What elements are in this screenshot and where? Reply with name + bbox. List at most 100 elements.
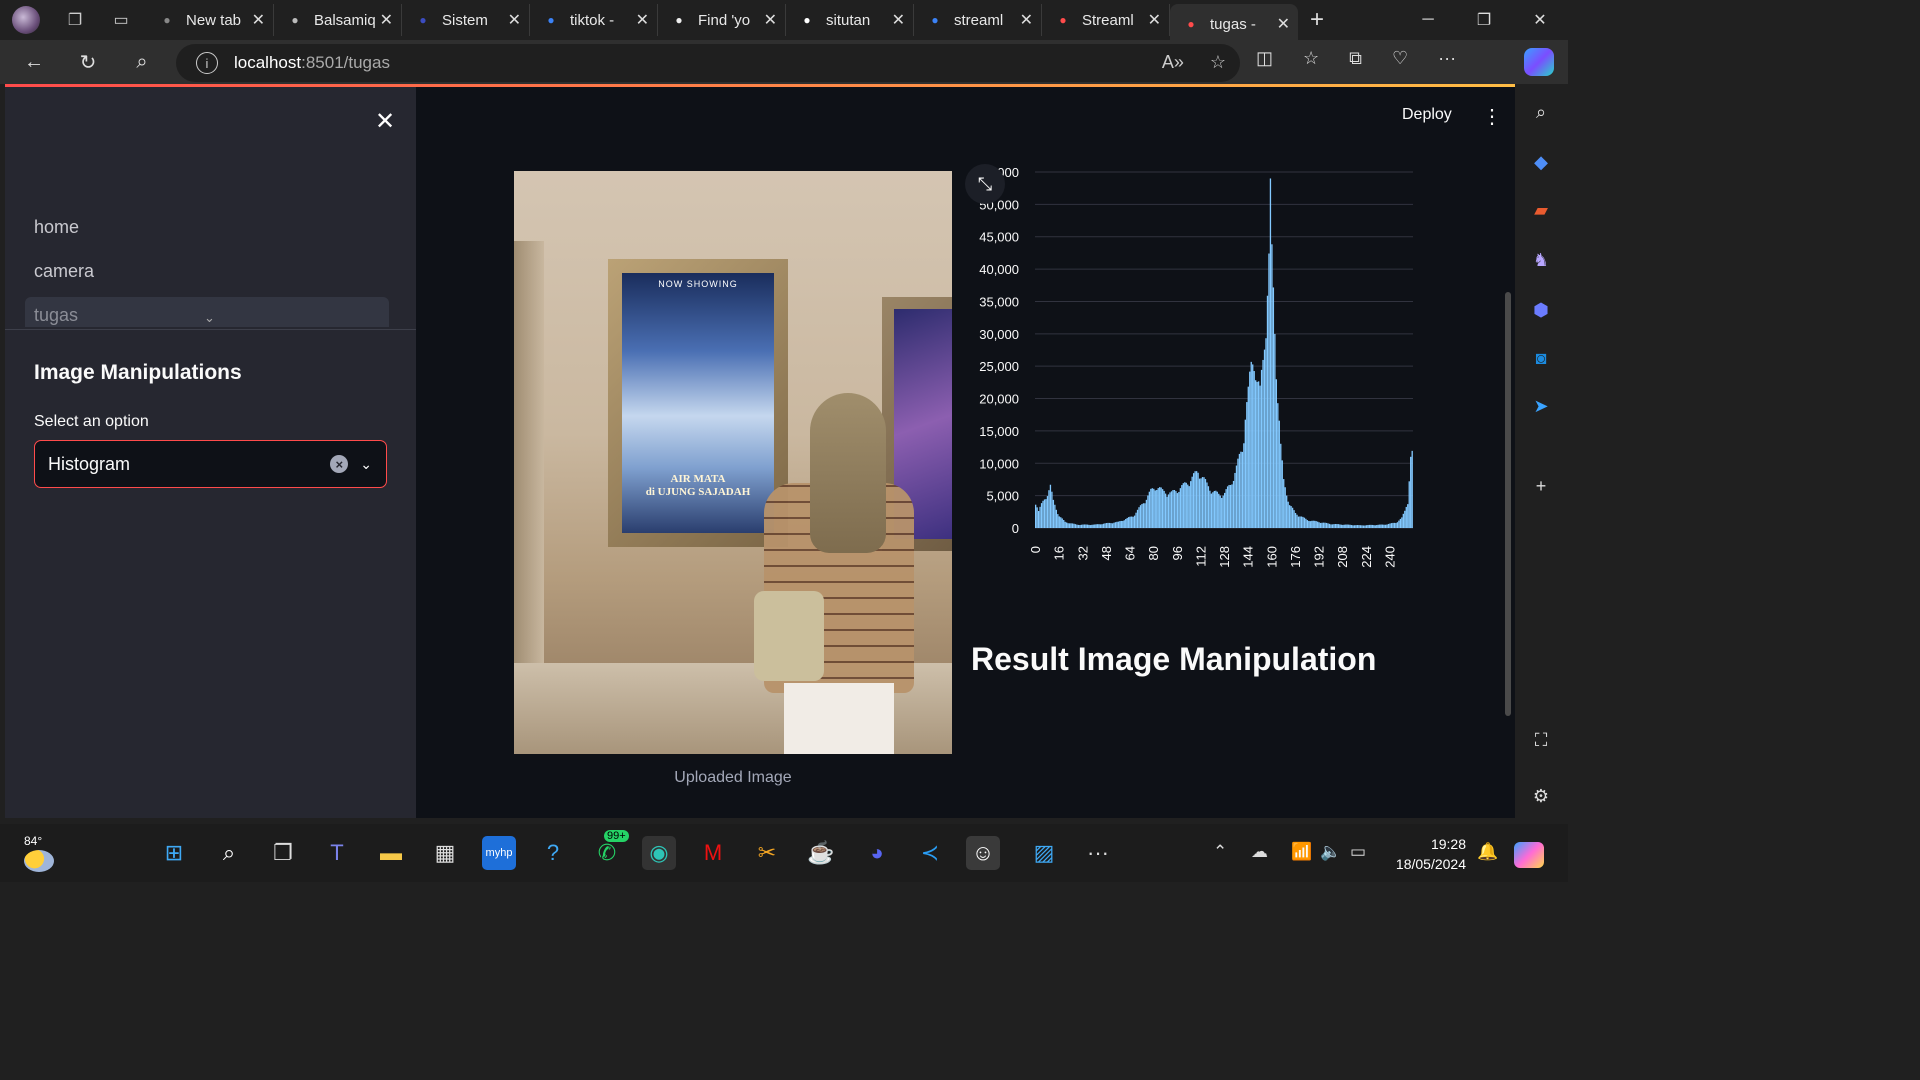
split-screen-icon[interactable]: ◫ [1256, 48, 1273, 69]
fullscreen-expand-icon[interactable]: ⤡ [965, 164, 1005, 204]
vscode-icon[interactable]: ≺ [913, 836, 947, 870]
photos-icon[interactable]: ▨ [1027, 836, 1061, 870]
more-apps-icon[interactable]: ··· [1081, 836, 1115, 870]
close-tab-icon[interactable]: ✕ [892, 10, 905, 30]
microsoft-store-icon[interactable]: ▦ [428, 836, 462, 870]
copilot-side-icon[interactable]: ⬢ [1529, 298, 1553, 322]
new-tab-button[interactable]: + [1310, 6, 1324, 34]
streamlit-app-icon[interactable]: ☺ [966, 836, 1000, 870]
add-sidebar-app-icon[interactable]: + [1529, 474, 1553, 498]
clock[interactable]: 19:28 18/05/2024 [1388, 834, 1466, 874]
histogram-bar [1187, 484, 1189, 528]
close-tab-icon[interactable]: ✕ [1148, 10, 1161, 30]
browser-tab[interactable]: ● streaml ✕ [914, 4, 1042, 36]
histogram-bar [1172, 490, 1174, 528]
favorites-icon[interactable]: ☆ [1303, 48, 1319, 69]
browser-tab[interactable]: ● Streaml ✕ [1042, 4, 1170, 36]
profile-avatar[interactable] [12, 6, 40, 34]
browser-essentials-icon[interactable]: ♡ [1392, 48, 1408, 69]
wifi-icon[interactable]: 📶 [1291, 842, 1312, 862]
sidebar-item-home[interactable]: home [34, 217, 79, 238]
close-sidebar-icon[interactable]: ✕ [375, 107, 395, 136]
start-menu-icon[interactable]: ⊞ [157, 836, 191, 870]
close-tab-icon[interactable]: ✕ [252, 10, 265, 30]
taskbar-search-icon[interactable]: ⌕ [212, 836, 246, 870]
screenshot-icon[interactable]: ⛶ [1529, 728, 1553, 752]
onedrive-icon[interactable]: ☁ [1251, 842, 1268, 862]
collections-icon[interactable]: ⧉ [1349, 48, 1362, 69]
browser-tab[interactable]: ● Find 'yo ✕ [658, 4, 786, 36]
clear-selection-icon[interactable]: × [330, 455, 349, 473]
myhp-icon[interactable]: myhp [482, 836, 516, 870]
histogram-bar [1048, 490, 1050, 528]
weather-widget[interactable]: 84° [24, 834, 54, 872]
shopping-tag-icon[interactable]: ◆ [1529, 150, 1553, 174]
browser-tab[interactable]: ● New tab ✕ [146, 4, 274, 36]
url-text[interactable]: localhost:8501/tugas [234, 53, 390, 73]
histogram-bar [1164, 493, 1167, 528]
games-icon[interactable]: ♞ [1529, 248, 1553, 272]
chevron-down-icon[interactable]: ⌄ [204, 310, 215, 326]
whatsapp-icon[interactable]: ✆ 99+ [590, 830, 629, 870]
search-icon[interactable]: ⌕ [1529, 100, 1553, 124]
browser-tab[interactable]: ● situtan ✕ [786, 4, 914, 36]
browser-tab[interactable]: ● Balsamiq ✕ [274, 4, 402, 36]
task-view-icon[interactable]: ❐ [266, 836, 300, 870]
close-tab-icon[interactable]: ✕ [764, 10, 777, 30]
tab-title: streaml [954, 11, 1004, 29]
favorite-star-icon[interactable]: ☆ [1210, 52, 1226, 73]
browser-tab[interactable]: ● tiktok - ✕ [530, 4, 658, 36]
restore-button[interactable]: ❐ [1456, 0, 1512, 40]
file-explorer-icon[interactable]: ▬ [374, 836, 408, 870]
chevron-down-icon[interactable]: ⌄ [360, 456, 372, 473]
histogram-bar [1371, 524, 1373, 528]
send-icon[interactable]: ➤ [1529, 394, 1553, 418]
option-select[interactable]: Histogram × ⌄ [34, 440, 387, 488]
tools-icon[interactable]: ▰ [1529, 198, 1553, 222]
histogram-bar [1355, 525, 1357, 528]
close-tab-icon[interactable]: ✕ [636, 10, 649, 30]
copilot-icon[interactable] [1524, 48, 1554, 76]
edge-browser-icon[interactable]: ◉ [642, 836, 676, 870]
back-button[interactable]: ← [14, 44, 54, 80]
histogram-bar [1396, 522, 1399, 528]
copilot-taskbar-icon[interactable] [1514, 842, 1544, 868]
close-tab-icon[interactable]: ✕ [380, 10, 393, 30]
close-tab-icon[interactable]: ✕ [1277, 14, 1290, 34]
browser-tab[interactable]: ● tugas - ✕ [1170, 4, 1298, 44]
teams-icon[interactable]: T [320, 836, 354, 870]
snip-tool-icon[interactable]: ✂ [750, 836, 784, 870]
show-hidden-icons-icon[interactable]: ⌃ [1213, 842, 1227, 862]
page-scrollbar[interactable] [1505, 292, 1511, 716]
settings-gear-icon[interactable]: ⚙ [1529, 784, 1553, 808]
workspaces-icon[interactable]: ❐ [64, 9, 86, 31]
histogram-bar [1330, 524, 1332, 528]
histogram-bar [1297, 516, 1300, 528]
mcafee-icon[interactable]: M [696, 836, 730, 870]
close-tab-icon[interactable]: ✕ [1020, 10, 1033, 30]
discord-icon[interactable]: ◕ [860, 836, 894, 870]
histogram-bar [1312, 520, 1314, 528]
site-info-icon[interactable]: i [196, 52, 218, 74]
more-options-icon[interactable]: ··· [1438, 48, 1456, 69]
main-menu-icon[interactable]: ⋮ [1482, 104, 1502, 129]
tab-actions-icon[interactable]: ▭ [110, 9, 132, 31]
notifications-icon[interactable]: 🔔 [1477, 842, 1498, 862]
outlook-icon[interactable]: ◙ [1529, 346, 1553, 370]
close-window-button[interactable]: ✕ [1512, 0, 1568, 40]
close-tab-icon[interactable]: ✕ [508, 10, 521, 30]
volume-icon[interactable]: 🔈 [1320, 842, 1341, 862]
browser-tab[interactable]: ● Sistem ✕ [402, 4, 530, 36]
search-icon[interactable]: ⌕ [122, 44, 162, 80]
sidebar-item-camera[interactable]: camera [34, 261, 94, 282]
read-aloud-icon[interactable]: A» [1162, 52, 1184, 73]
minimize-button[interactable]: ─ [1400, 0, 1456, 40]
address-bar[interactable]: i localhost:8501/tugas A» ☆ [176, 44, 1240, 82]
java-icon[interactable]: ☕ [804, 836, 838, 870]
refresh-button[interactable]: ↻ [68, 44, 108, 80]
sidebar-item-tugas[interactable]: tugas [34, 305, 78, 326]
help-icon[interactable]: ? [536, 836, 570, 870]
deploy-button[interactable]: Deploy [1402, 106, 1452, 124]
battery-icon[interactable]: ▭ [1350, 842, 1366, 862]
clock-date: 18/05/2024 [1395, 856, 1466, 872]
